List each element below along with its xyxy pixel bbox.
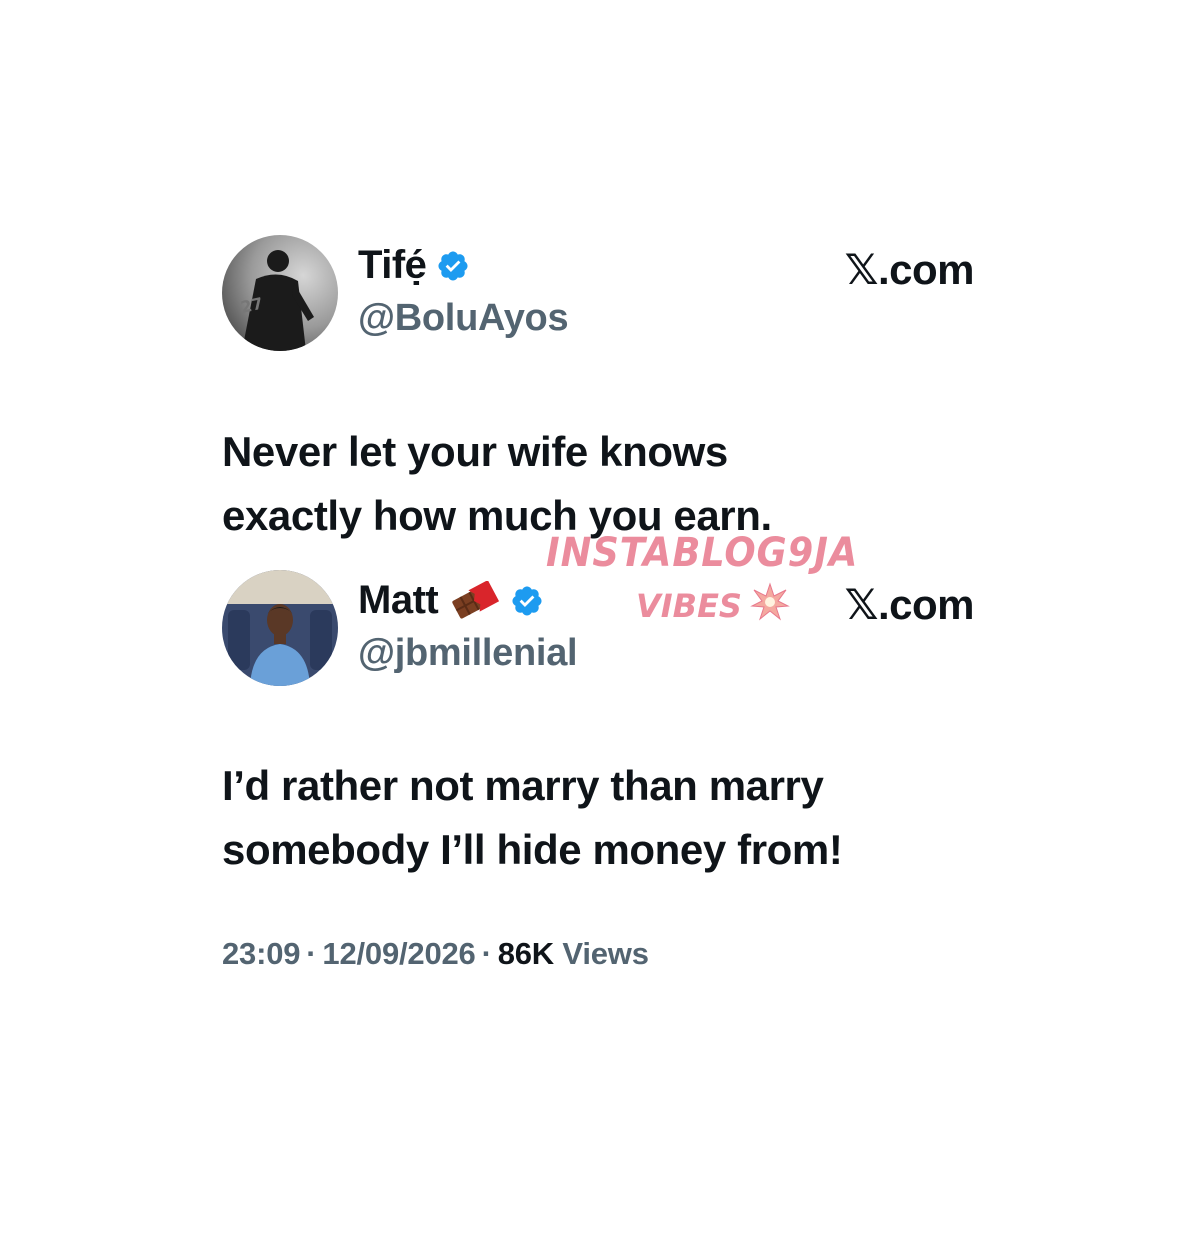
handle[interactable]: @BoluAyos	[358, 297, 569, 340]
verified-badge-icon	[510, 584, 544, 618]
avatar-matt[interactable]	[222, 570, 338, 686]
display-name[interactable]: Tifẹ́	[358, 243, 427, 288]
tweet-meta: 23:09 · 12/09/2026 · 86K Views	[222, 936, 649, 972]
x-brand-logo: 𝕏.com	[844, 581, 975, 628]
x-brand-logo: 𝕏.com	[844, 246, 975, 293]
verified-badge-icon	[436, 249, 470, 283]
name-row: Matt	[358, 578, 544, 623]
chocolate-bar-icon	[448, 579, 500, 621]
name-row: Tifẹ́	[358, 243, 470, 288]
timestamp-time[interactable]: 23:09	[222, 936, 300, 971]
views-count: 86K	[497, 936, 554, 971]
separator-dot: ·	[481, 936, 492, 971]
avatar-man-icon	[222, 570, 338, 686]
avatar-silhouette-icon: 27	[222, 235, 338, 351]
tweet-header-tife: 27 Tifẹ́ @BoluAyos 𝕏.com	[222, 235, 982, 353]
tweet-text-1: Never let your wife knows exactly how mu…	[222, 428, 772, 539]
tweet-text-2: I’d rather not marry than marry somebody…	[222, 762, 843, 873]
views-label: Views	[562, 936, 649, 971]
handle[interactable]: @jbmillenial	[358, 632, 578, 675]
avatar-tife[interactable]: 27	[222, 235, 338, 351]
timestamp-date[interactable]: 12/09/2026	[322, 936, 475, 971]
display-name[interactable]: Matt	[358, 578, 439, 623]
tweet-header-matt: Matt @jbmillenial 𝕏.com	[222, 570, 982, 688]
separator-dot: ·	[306, 936, 317, 971]
